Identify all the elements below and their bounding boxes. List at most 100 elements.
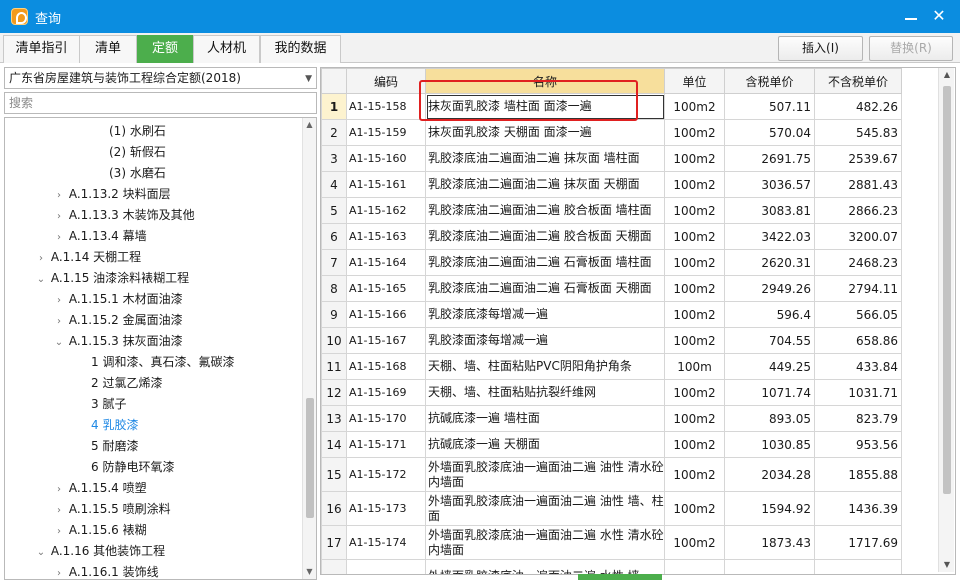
cell-tax-price[interactable]: 2949.26 xyxy=(724,275,815,302)
tab-bill[interactable]: 清单 xyxy=(79,35,137,63)
chevron-right-icon[interactable]: › xyxy=(53,206,65,227)
column-header-unit[interactable]: 单位 xyxy=(664,68,725,94)
tree-item[interactable]: (2) 斩假石 xyxy=(109,142,166,163)
table-row[interactable]: 12 A1-15-169 天棚、墙、柱面粘贴抗裂纤维网 100m2 1071.74 103… xyxy=(321,379,902,406)
cell-unit[interactable]: 100m2 xyxy=(664,249,725,276)
cell-tax-price[interactable]: 507.11 xyxy=(724,93,815,120)
table-row[interactable]: 外墙面乳胶漆底油一遍面油二遍 水性 墙、 xyxy=(321,559,902,574)
cell-name[interactable]: 乳胶漆底油二遍面油二遍 胶合板面 天棚面 xyxy=(425,223,665,250)
cell-notax-price[interactable]: 658.86 xyxy=(814,327,902,354)
cell-notax-price[interactable]: 823.79 xyxy=(814,405,902,432)
table-row[interactable]: 3 A1-15-160 乳胶漆底油二遍面油二遍 抹灰面 墙柱面 100m2 2691.7… xyxy=(321,145,902,172)
cell-unit[interactable]: 100m2 xyxy=(664,223,725,250)
column-header-notax-price[interactable]: 不含税单价 xyxy=(814,68,902,94)
row-number[interactable]: 7 xyxy=(321,249,347,276)
cell-unit[interactable]: 100m2 xyxy=(664,171,725,198)
cell-tax-price[interactable]: 3083.81 xyxy=(724,197,815,224)
tree-item[interactable]: (3) 水磨石 xyxy=(109,163,166,184)
row-number[interactable]: 4 xyxy=(321,171,347,198)
cell-code[interactable]: A1-15-172 xyxy=(346,457,426,492)
chevron-right-icon[interactable]: › xyxy=(53,521,65,542)
table-row[interactable]: 7 A1-15-164 乳胶漆底油二遍面油二遍 石膏板面 墙柱面 100m2 2620.… xyxy=(321,249,902,276)
cell-code[interactable]: A1-15-161 xyxy=(346,171,426,198)
close-button[interactable]: ✕ xyxy=(926,4,952,28)
chevron-down-icon[interactable]: ⌄ xyxy=(53,332,65,353)
cell-tax-price[interactable]: 3036.57 xyxy=(724,171,815,198)
tree-item[interactable]: 4 乳胶漆 xyxy=(91,415,138,436)
cell-code[interactable]: A1-15-166 xyxy=(346,301,426,328)
row-number[interactable]: 2 xyxy=(321,119,347,146)
cell-code[interactable]: A1-15-169 xyxy=(346,379,426,406)
scroll-up-icon[interactable]: ▲ xyxy=(939,68,955,82)
tree-item[interactable]: 2 过氯乙烯漆 xyxy=(91,373,162,394)
row-number[interactable]: 10 xyxy=(321,327,347,354)
tree-item[interactable]: › A.1.13.4 幕墙 xyxy=(53,226,147,247)
cell-notax-price[interactable] xyxy=(814,559,902,574)
tree-item[interactable]: › A.1.14 天棚工程 xyxy=(35,247,141,268)
table-row[interactable]: 11 A1-15-168 天棚、墙、柱面粘贴PVC阴阳角护角条 100m 449.25 4… xyxy=(321,353,902,380)
chevron-right-icon[interactable]: › xyxy=(53,185,65,206)
row-number[interactable] xyxy=(321,559,347,574)
tree-item[interactable]: 1 调和漆、真石漆、氟碳漆 xyxy=(91,352,234,373)
row-number[interactable]: 15 xyxy=(321,457,347,492)
tree-scroll-thumb[interactable] xyxy=(306,398,314,518)
column-header-code[interactable]: 编码 xyxy=(346,68,426,94)
table-row[interactable]: 13 A1-15-170 抗碱底漆一遍 墙柱面 100m2 893.05 823.79 xyxy=(321,405,902,432)
table-row[interactable]: 8 A1-15-165 乳胶漆底油二遍面油二遍 石膏板面 天棚面 100m2 2949.… xyxy=(321,275,902,302)
row-number[interactable]: 13 xyxy=(321,405,347,432)
table-row[interactable]: 16 A1-15-173 外墙面乳胶漆底油一遍面油二遍 油性 墙、柱面 100m2 15… xyxy=(321,491,902,526)
tree-item[interactable]: ⌄ A.1.15.3 抹灰面油漆 xyxy=(53,331,183,352)
cell-name[interactable]: 天棚、墙、柱面粘贴抗裂纤维网 xyxy=(425,379,665,406)
cell-code[interactable] xyxy=(346,559,426,574)
cell-unit[interactable]: 100m2 xyxy=(664,525,725,560)
tab-labor-material-machine[interactable]: 人材机 xyxy=(193,35,260,63)
cell-code[interactable]: A1-15-159 xyxy=(346,119,426,146)
scroll-down-icon[interactable]: ▼ xyxy=(303,565,316,579)
cell-tax-price[interactable]: 570.04 xyxy=(724,119,815,146)
cell-name[interactable]: 乳胶漆底油二遍面油二遍 胶合板面 墙柱面 xyxy=(425,197,665,224)
table-row[interactable]: 14 A1-15-171 抗碱底漆一遍 天棚面 100m2 1030.85 953.56 xyxy=(321,431,902,458)
tab-my-data[interactable]: 我的数据 xyxy=(260,35,341,63)
cell-name[interactable]: 外墙面乳胶漆底油一遍面油二遍 油性 墙、柱面 xyxy=(425,491,665,526)
cell-notax-price[interactable]: 433.84 xyxy=(814,353,902,380)
cell-name[interactable]: 外墙面乳胶漆底油一遍面油二遍 油性 清水砼内墙面 xyxy=(425,457,665,492)
cell-notax-price[interactable]: 1717.69 xyxy=(814,525,902,560)
tree-item[interactable]: ⌄ A.1.16 其他装饰工程 xyxy=(35,541,165,562)
cell-code[interactable]: A1-15-163 xyxy=(346,223,426,250)
replace-button[interactable]: 替换(R) xyxy=(869,36,953,61)
cell-name[interactable]: 外墙面乳胶漆底油一遍面油二遍 水性 墙、 xyxy=(425,559,665,574)
cell-name[interactable]: 乳胶漆底油二遍面油二遍 石膏板面 天棚面 xyxy=(425,275,665,302)
insert-button[interactable]: 插入(I) xyxy=(778,36,863,61)
chevron-right-icon[interactable]: › xyxy=(53,290,65,311)
cell-unit[interactable]: 100m2 xyxy=(664,327,725,354)
cell-notax-price[interactable]: 2794.11 xyxy=(814,275,902,302)
tab-quota[interactable]: 定额 xyxy=(137,35,193,63)
chevron-right-icon[interactable]: › xyxy=(53,479,65,500)
cell-tax-price[interactable]: 704.55 xyxy=(724,327,815,354)
tree-item[interactable]: › A.1.15.6 裱糊 xyxy=(53,520,147,541)
cell-name[interactable]: 抗碱底漆一遍 墙柱面 xyxy=(425,405,665,432)
cell-tax-price[interactable]: 3422.03 xyxy=(724,223,815,250)
tree-item[interactable]: › A.1.15.5 喷刷涂料 xyxy=(53,499,171,520)
cell-name[interactable]: 乳胶漆底漆每增减一遍 xyxy=(425,301,665,328)
table-row[interactable]: 6 A1-15-163 乳胶漆底油二遍面油二遍 胶合板面 天棚面 100m2 3422.… xyxy=(321,223,902,250)
cell-tax-price[interactable]: 1030.85 xyxy=(724,431,815,458)
chevron-right-icon[interactable]: › xyxy=(53,311,65,332)
cell-tax-price[interactable]: 1071.74 xyxy=(724,379,815,406)
cell-name[interactable]: 乳胶漆底油二遍面油二遍 抹灰面 天棚面 xyxy=(425,171,665,198)
column-header-name[interactable]: 名称 xyxy=(425,68,665,94)
row-number[interactable]: 3 xyxy=(321,145,347,172)
cell-code[interactable]: A1-15-164 xyxy=(346,249,426,276)
chevron-down-icon[interactable]: ⌄ xyxy=(35,269,47,290)
cell-notax-price[interactable]: 2881.43 xyxy=(814,171,902,198)
row-number[interactable]: 12 xyxy=(321,379,347,406)
row-number[interactable]: 8 xyxy=(321,275,347,302)
cell-notax-price[interactable]: 566.05 xyxy=(814,301,902,328)
cell-notax-price[interactable]: 953.56 xyxy=(814,431,902,458)
search-input[interactable] xyxy=(4,92,317,114)
cell-unit[interactable]: 100m2 xyxy=(664,491,725,526)
row-number[interactable]: 11 xyxy=(321,353,347,380)
cell-tax-price[interactable]: 1873.43 xyxy=(724,525,815,560)
chevron-down-icon[interactable]: ⌄ xyxy=(35,542,47,563)
cell-notax-price[interactable]: 3200.07 xyxy=(814,223,902,250)
